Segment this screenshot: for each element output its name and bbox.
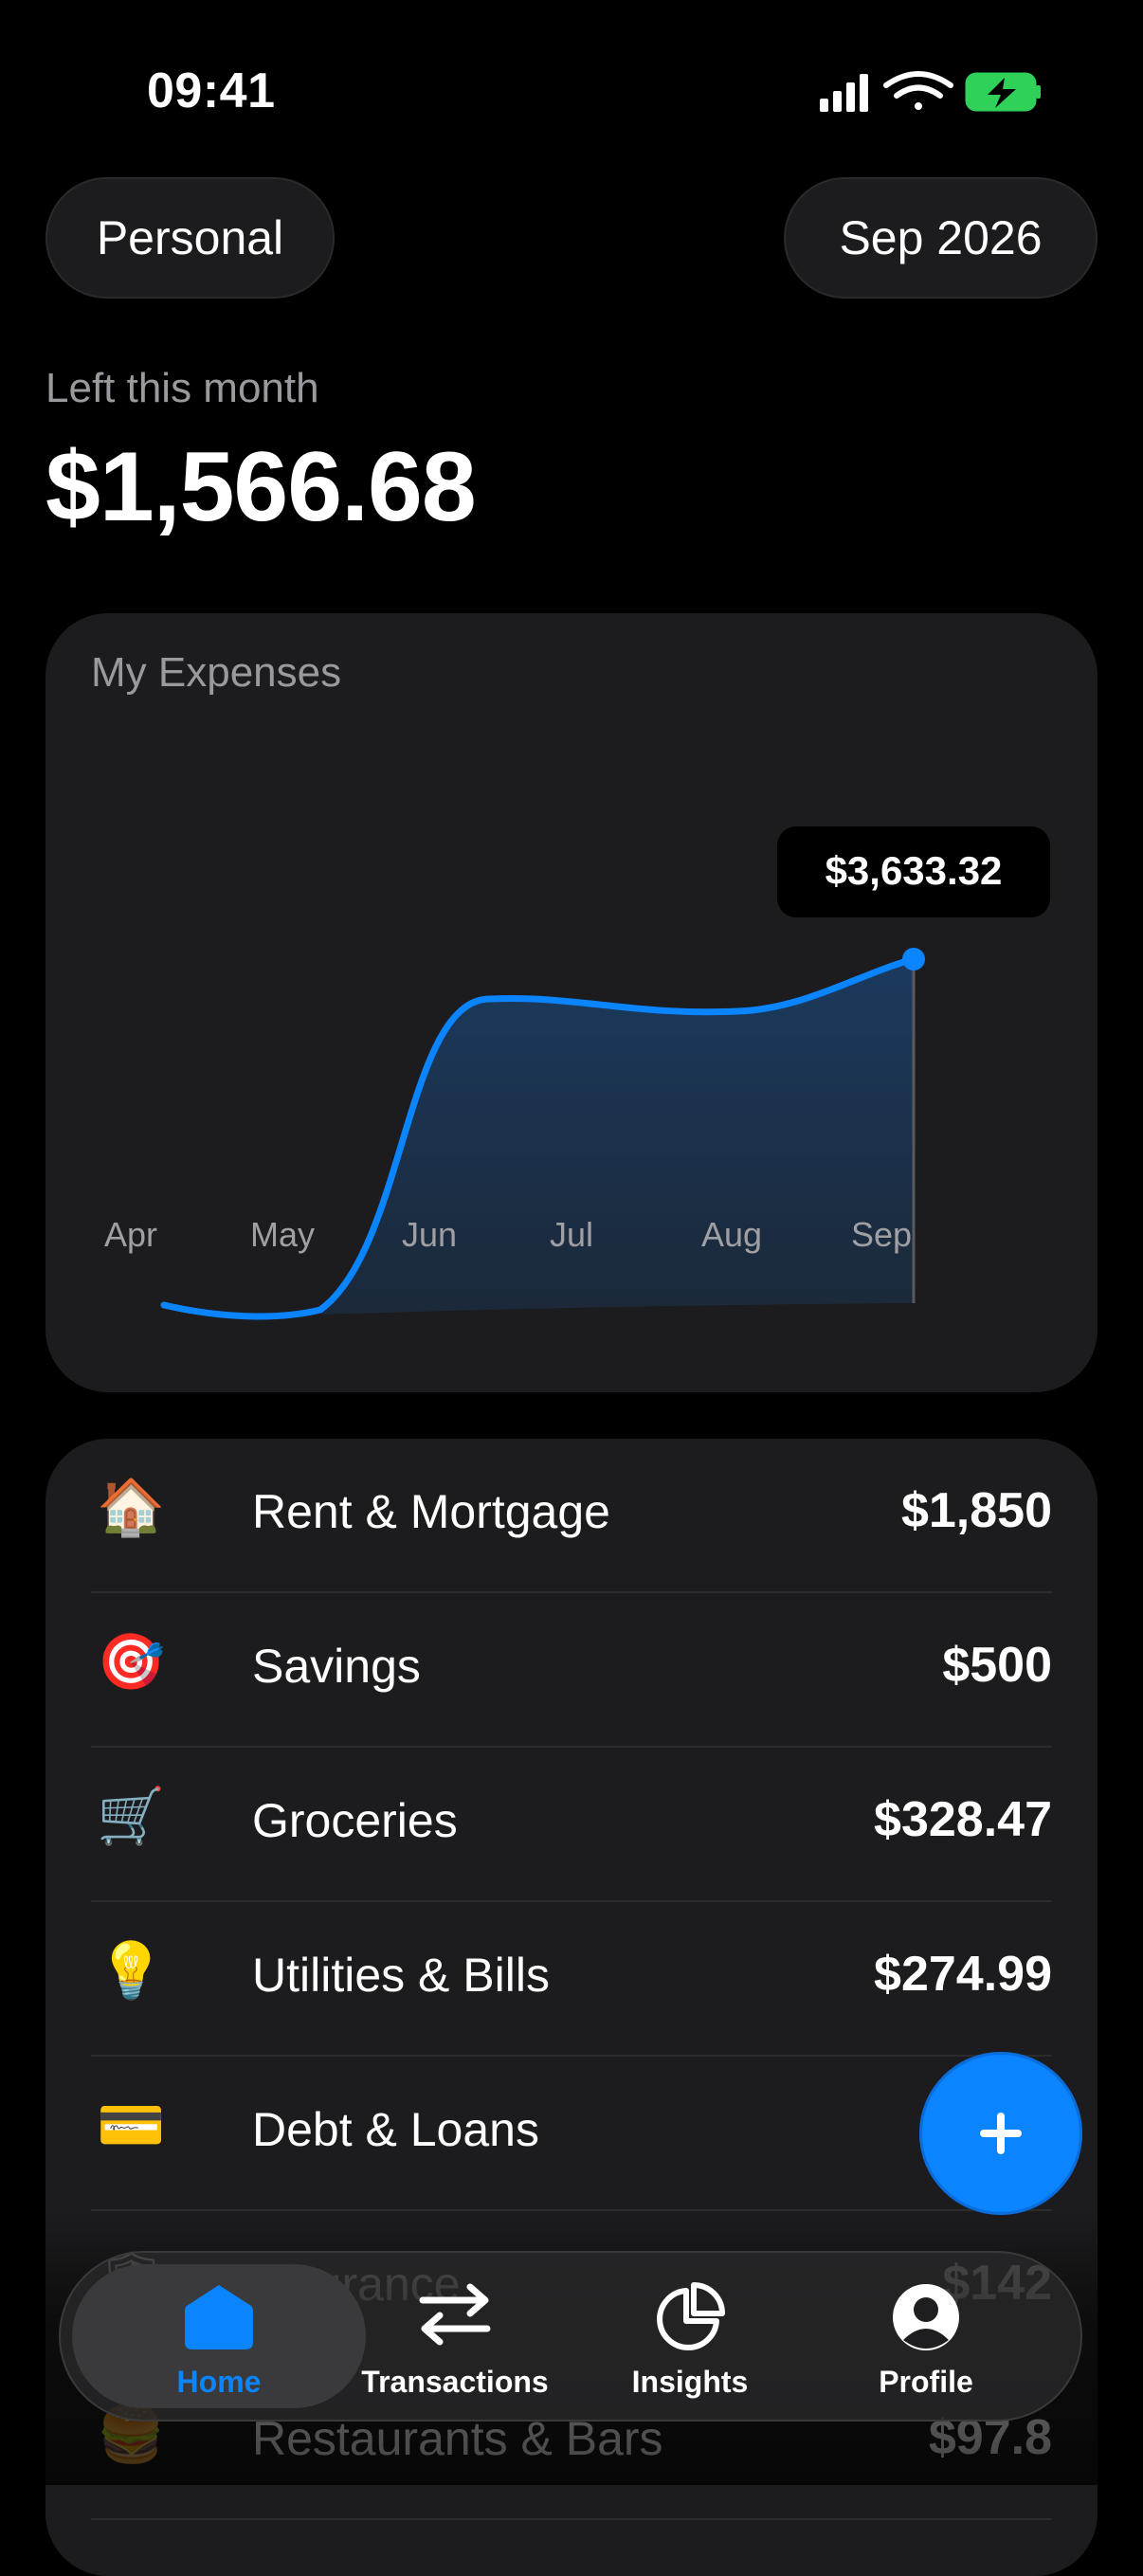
tab-profile-label: Profile	[879, 2365, 973, 2399]
x-axis-label: Jul	[550, 1215, 593, 1254]
category-amount: $500	[942, 1638, 1052, 1693]
arrows-swap-icon	[419, 2283, 491, 2346]
category-name: Savings	[252, 1640, 421, 1693]
lightbulb-icon: 💡	[97, 1940, 166, 2002]
house-icon: 🏠	[97, 1477, 166, 1538]
category-name: Utilities & Bills	[252, 1949, 550, 2002]
category-amount: $274.99	[874, 1947, 1052, 2002]
status-time: 09:41	[147, 63, 276, 118]
credit-card-icon: 💳	[97, 2095, 166, 2156]
expenses-chart[interactable]: $3,633.32 Apr May Jun Jul Aug Sep	[45, 613, 1098, 1392]
x-axis-label: Jun	[402, 1215, 457, 1254]
home-icon	[185, 2285, 253, 2349]
balance-amount: $1,566.68	[45, 432, 477, 542]
x-axis-label: Aug	[701, 1215, 762, 1254]
chart-tooltip-value: $3,633.32	[826, 848, 1003, 893]
expenses-chart-card: My Expenses $3,633.32 Apr May Jun Jul Aug Sep	[45, 613, 1098, 1392]
status-icons	[815, 68, 1043, 118]
cellular-signal-icon	[820, 74, 868, 112]
tab-insights[interactable]: Insights	[576, 2253, 804, 2420]
category-name: Groceries	[252, 1794, 458, 1847]
category-name: Rent & Mortgage	[252, 1485, 610, 1538]
profile-icon	[893, 2284, 959, 2350]
tab-transactions-label: Transactions	[361, 2365, 549, 2399]
x-axis-label: May	[250, 1215, 315, 1254]
cart-icon: 🛒	[97, 1786, 166, 1847]
chart-area-fill	[320, 959, 914, 1315]
plus-icon	[980, 2113, 1022, 2154]
add-expense-button[interactable]	[919, 2052, 1082, 2215]
category-row[interactable]: 🏠 Rent & Mortgage $1,850	[91, 1439, 1052, 1593]
account-selector-button[interactable]: Personal	[45, 177, 335, 299]
battery-charging-icon	[965, 72, 1041, 112]
x-axis-label: Apr	[104, 1215, 157, 1254]
period-selector-button[interactable]: Sep 2026	[784, 177, 1098, 299]
x-axis-label: Sep	[851, 1215, 912, 1254]
chart-tooltip: $3,633.32	[777, 826, 1050, 917]
tab-profile[interactable]: Profile	[812, 2253, 1040, 2420]
tab-insights-label: Insights	[631, 2365, 749, 2399]
tab-home-label: Home	[176, 2365, 262, 2399]
pie-chart-icon	[657, 2282, 725, 2350]
balance-label: Left this month	[45, 365, 319, 411]
category-amount: $328.47	[874, 1792, 1052, 1847]
tab-bar: Home Transactions Insights Profile	[59, 2251, 1082, 2422]
chart-highlight-point	[902, 948, 925, 971]
tab-transactions[interactable]: Transactions	[341, 2253, 569, 2420]
category-row[interactable]: 🎯 Savings $500	[91, 1593, 1052, 1748]
category-row[interactable]: 🛒 Groceries $328.47	[91, 1748, 1052, 1902]
tab-home[interactable]: Home	[105, 2253, 333, 2420]
category-row[interactable]: 💡 Utilities & Bills $274.99	[91, 1902, 1052, 2057]
category-row[interactable]: 💳Debt & Loans$	[91, 2057, 1052, 2211]
category-name: Debt & Loans	[252, 2103, 539, 2156]
target-icon: 🎯	[97, 1631, 166, 1693]
wifi-icon	[883, 71, 953, 110]
category-amount: $1,850	[900, 1483, 1052, 1538]
